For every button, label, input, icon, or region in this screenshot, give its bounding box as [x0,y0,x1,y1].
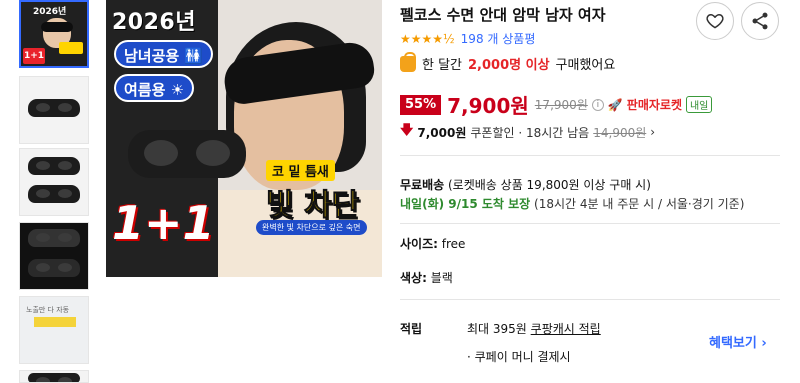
divider [400,299,780,300]
price-row: 55% 7,900원 17,900원 i 🚀 판매자로켓 내일 [400,90,713,119]
thumb-yellow-band [34,317,76,327]
benefit-pay-line: · 쿠페이 머니 결제시 [467,350,571,364]
arrival-guarantee: 내일(화) 9/15 도착 보장 [400,197,531,211]
benefit-label: 적립 [400,322,423,336]
thumbnail-2[interactable] [19,76,89,144]
coupon-strike-price: 14,900원 [593,125,647,140]
coupang-cash-link[interactable]: 쿠팡캐시 적립 [531,322,601,336]
divider [400,223,780,224]
thumb-year-text: 2026년 [33,7,67,17]
size-value: free [441,237,466,251]
seller-rocket-label: 판매자로켓 [626,98,682,112]
thumb-mask-image [28,185,80,203]
bought-count: 2,000명 이상 [468,58,550,73]
purchase-count-row: 한 달간 2,000명 이상 구매했어요 [400,51,616,73]
thumb-mask-image [28,229,80,247]
size-label: 사이즈: [400,237,438,251]
down-arrow-icon: 🡇 [400,123,414,138]
thumb-mask-image [28,373,80,382]
heart-icon [706,14,724,29]
discount-badge: 55% [400,94,442,115]
thumb-mask-image [28,157,80,175]
delivery-line: 내일(화) 9/15 도착 보장 (18시간 4분 내 주문 시 / 서울·경기… [400,195,744,212]
thumbnail-6[interactable] [19,370,89,383]
thumbnail-5[interactable]: 노출만 다 자동 [19,296,89,364]
free-shipping-label: 무료배송 [400,178,445,192]
image-1plus1-text: 1+1 [112,196,215,250]
image-unisex-pill: 남녀공용 🚻 [114,40,214,68]
image-product-mask [128,130,246,178]
coupon-text: 쿠폰할인 · 18시간 남음 [470,125,590,140]
coupon-row[interactable]: 🡇 7,000원 쿠폰할인 · 18시간 남음 14,900원 › [400,121,655,143]
thumb-mask-image [28,259,80,277]
image-nose-gap-tag: 코 밑 틈새 [266,160,335,181]
bought-suffix: 구매했어요 [555,58,616,73]
coupon-amount: 7,000원 [417,125,467,140]
benefit-more-link[interactable]: 혜택보기 › [709,332,767,351]
info-icon[interactable]: i [591,98,604,111]
shopping-bag-icon [400,51,416,72]
divider [400,155,780,156]
favorite-button[interactable] [696,2,734,40]
review-count-link[interactable]: 198 개 상품평 [461,30,536,47]
image-deep-sleep-caption: 완벽한 빛 차단으로 깊은 숙면 [256,220,367,235]
thumb-mask-image [28,99,80,117]
rocket-icon: 🚀 [607,97,623,112]
free-shipping-note: (로켓배송 상품 19,800원 이상 구매 시) [448,178,651,192]
image-light-block-text: 빛 차단 [265,188,360,224]
bought-prefix: 한 달간 [422,58,463,73]
size-option[interactable]: 사이즈: free [400,235,465,252]
thumbnail-3[interactable] [19,148,89,216]
sale-price: 7,900원 [447,94,529,118]
thumb-caption: 노출만 다 자동 [26,306,70,314]
share-button[interactable] [741,2,779,40]
thumbnail-4[interactable] [19,222,89,290]
rating-row: ★★★★½ 198 개 상품평 [400,30,535,47]
thumb-mask [41,22,73,32]
image-year-text: 2026년 [112,10,196,35]
main-product-image[interactable]: 2026년 남녀공용 🚻 여름용 ☀ 1+1 코 밑 틈새 빛 차단 완벽한 빛… [106,0,382,277]
chevron-right-icon: › [650,125,656,139]
rating-stars: ★★★★½ [400,31,455,46]
tomorrow-badge: 내일 [685,96,713,113]
thumb-1plus1-badge: 1+1 [23,48,45,64]
shipping-line: 무료배송 (로켓배송 상품 19,800원 이상 구매 시) [400,176,651,193]
share-icon [752,12,768,30]
color-option[interactable]: 색상: 블랙 [400,269,453,286]
color-value: 블랙 [430,271,453,285]
benefit-cash-line: 최대 395원 쿠팡캐시 적립 [467,320,601,337]
product-title: 펠코스 수면 안대 암막 남자 여자 [400,6,606,24]
benefit-max-amount: 최대 395원 [467,322,527,336]
image-summer-pill: 여름용 ☀ [114,74,195,102]
arrival-note: (18시간 4분 내 주문 시 / 서울·경기 기준) [534,197,745,211]
thumb-yellow-tag [59,42,83,54]
original-price: 17,900원 [534,98,588,112]
thumbnail-1[interactable]: 2026년 1+1 [19,0,89,68]
color-label: 색상: [400,271,427,285]
